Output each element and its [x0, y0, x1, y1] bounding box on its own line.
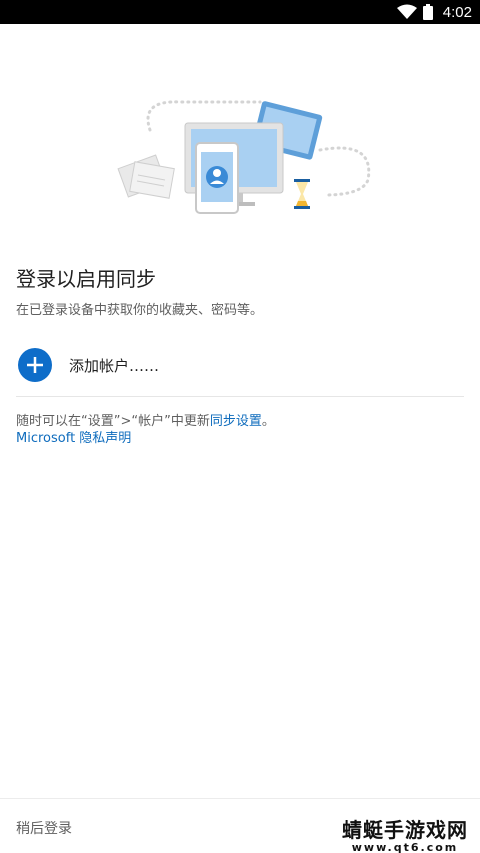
bottom-divider — [0, 798, 480, 799]
documents-icon — [117, 154, 175, 199]
divider — [16, 396, 464, 397]
wifi-icon — [396, 4, 417, 19]
status-time: 4:02 — [442, 3, 472, 21]
phone-icon — [195, 142, 239, 214]
add-account-label: 添加帐户…… — [69, 356, 160, 375]
footnote-suffix: 。 — [261, 414, 275, 429]
watermark-text: 蜻蜓手游戏网 — [342, 818, 468, 842]
plus-icon — [18, 348, 52, 382]
page-subtitle: 在已登录设备中获取你的收藏夹、密码等。 — [16, 303, 264, 318]
footnote-text: 随时可以在“设置”>“帐户”中更新 — [16, 414, 210, 429]
add-account-button[interactable]: 添加帐户…… — [0, 340, 464, 390]
sync-devices-illustration — [117, 100, 371, 214]
status-bar: 4:02 — [0, 0, 480, 24]
privacy-statement-link[interactable]: Microsoft 隐私声明 — [16, 431, 131, 446]
hourglass-icon — [294, 179, 310, 209]
page-title: 登录以启用同步 — [16, 267, 156, 291]
sign-in-later-button[interactable]: 稍后登录 — [16, 818, 72, 838]
sync-settings-link[interactable]: 同步设置 — [210, 414, 262, 429]
sync-footnote: 随时可以在“设置”>“帐户”中更新同步设置。 — [16, 413, 275, 430]
watermark-url: www.qt6.com — [351, 841, 459, 853]
battery-icon — [422, 4, 433, 20]
watermark: 蜻蜓手游戏网 www.qt6.com — [342, 814, 468, 853]
